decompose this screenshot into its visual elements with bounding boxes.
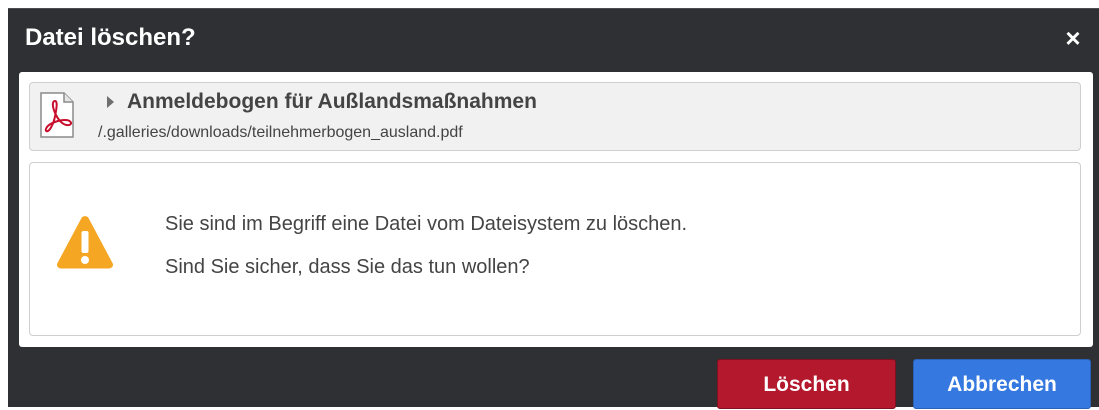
dialog-titlebar: Datei löschen? × [8,9,1099,71]
close-icon[interactable]: × [1061,23,1085,53]
warning-icon [56,216,114,269]
warning-message-box: Sie sind im Begriff eine Datei vom Datei… [29,162,1081,336]
file-path: /.galleries/downloads/teilnehmerbogen_au… [98,124,463,141]
delete-file-dialog: Datei löschen? × Anmeldebogen für Außlan… [8,8,1099,409]
file-name: Anmeldebogen für Außlandsmaßnahmen [127,90,537,113]
dialog-title: Datei löschen? [25,24,196,51]
delete-button[interactable]: Löschen [717,359,896,409]
dialog-content: Anmeldebogen für Außlandsmaßnahmen /.gal… [19,72,1093,347]
cancel-button[interactable]: Abbrechen [913,359,1091,409]
pdf-file-icon [40,92,74,138]
expand-caret-icon[interactable] [107,96,114,108]
file-info-box: Anmeldebogen für Außlandsmaßnahmen /.gal… [29,82,1081,151]
warning-message-line-1: Sie sind im Begriff eine Datei vom Datei… [165,213,688,235]
warning-message-line-2: Sind Sie sicher, dass Sie das tun wollen… [165,256,530,278]
